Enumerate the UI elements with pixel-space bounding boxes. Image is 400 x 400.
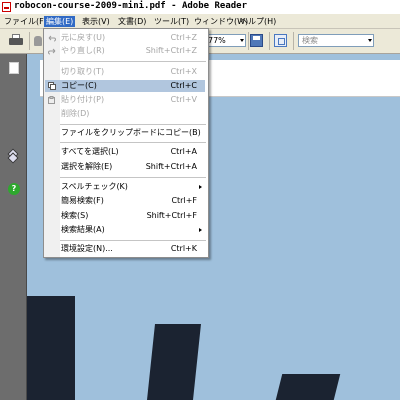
- menu-item-copy-file-to-clipboard[interactable]: ファイルをクリップボードにコピー(B): [45, 127, 205, 139]
- zoom-dropdown-icon[interactable]: [238, 34, 246, 47]
- menu-document[interactable]: 文書(D): [116, 16, 148, 27]
- pdf-app-icon: [2, 2, 11, 12]
- copy-icon: [48, 82, 56, 90]
- menu-item-paste[interactable]: 貼り付け(P) Ctrl+V: [45, 94, 205, 106]
- toolbar-separator: [29, 32, 30, 50]
- toolbar-separator: [248, 32, 249, 50]
- fit-page-icon[interactable]: [274, 34, 287, 47]
- toolbar-separator: [269, 32, 270, 50]
- print-icon[interactable]: [9, 34, 23, 47]
- menu-separator: [60, 177, 206, 178]
- menu-view[interactable]: 表示(V): [80, 16, 112, 27]
- hand-tool-icon[interactable]: [34, 36, 42, 46]
- menu-icon-gutter: [44, 29, 60, 257]
- menu-separator: [60, 240, 206, 241]
- menu-item-cut[interactable]: 切り取り(T) Ctrl+X: [45, 66, 205, 78]
- gear-tooth: [147, 324, 201, 400]
- undo-icon: [48, 34, 56, 42]
- submenu-arrow-icon: [199, 185, 202, 189]
- menu-separator: [60, 142, 206, 143]
- menu-item-copy[interactable]: コピー(C) Ctrl+C: [45, 80, 205, 92]
- menu-item-spell-check[interactable]: スペルチェック(K): [45, 181, 205, 193]
- menu-item-search-results[interactable]: 検索結果(A): [45, 224, 205, 236]
- menu-item-undo[interactable]: 元に戻す(U) Ctrl+Z: [45, 32, 205, 44]
- menu-edit[interactable]: 編集(E): [44, 16, 76, 27]
- gear-tooth: [27, 296, 75, 400]
- submenu-arrow-icon: [199, 228, 202, 232]
- menu-item-deselect[interactable]: 選択を解除(E) Shift+Ctrl+A: [45, 161, 205, 173]
- pages-icon[interactable]: [7, 61, 19, 74]
- search-dropdown-icon[interactable]: [366, 34, 374, 47]
- layers-icon[interactable]: [7, 148, 20, 164]
- title-bar: robocon-course-2009-mini.pdf - Adobe Rea…: [0, 0, 400, 14]
- menu-tools[interactable]: ツール(T): [152, 16, 191, 27]
- menu-item-preferences[interactable]: 環境設定(N)... Ctrl+K: [45, 243, 205, 255]
- save-icon[interactable]: [250, 34, 263, 47]
- menu-item-quick-find[interactable]: 簡易検索(F) Ctrl+F: [45, 195, 205, 207]
- window-title: robocon-course-2009-mini.pdf - Adobe Rea…: [14, 1, 247, 11]
- menu-bar: ファイル(F) 編集(E) 表示(V) 文書(D) ツール(T) ウィンドウ(W…: [0, 14, 400, 29]
- gear-tooth: [275, 374, 341, 400]
- menu-help[interactable]: ヘルプ(H): [238, 16, 278, 27]
- menu-item-delete[interactable]: 削除(D): [45, 108, 205, 120]
- search-input[interactable]: 検索: [298, 34, 374, 47]
- menu-item-select-all[interactable]: すべてを選択(L) Ctrl+A: [45, 146, 205, 158]
- menu-item-redo[interactable]: やり直し(R) Shift+Ctrl+Z: [45, 45, 205, 57]
- navigation-panel: ?: [0, 54, 27, 400]
- redo-icon: [48, 47, 56, 55]
- menu-file[interactable]: ファイル(F): [2, 16, 49, 27]
- paste-icon: [48, 96, 56, 104]
- menu-separator: [60, 124, 206, 125]
- menu-item-search[interactable]: 検索(S) Shift+Ctrl+F: [45, 210, 205, 222]
- edit-menu: 元に戻す(U) Ctrl+Z やり直し(R) Shift+Ctrl+Z 切り取り…: [43, 28, 209, 258]
- menu-separator: [60, 61, 206, 62]
- help-icon[interactable]: ?: [8, 183, 20, 195]
- toolbar-separator: [293, 32, 294, 50]
